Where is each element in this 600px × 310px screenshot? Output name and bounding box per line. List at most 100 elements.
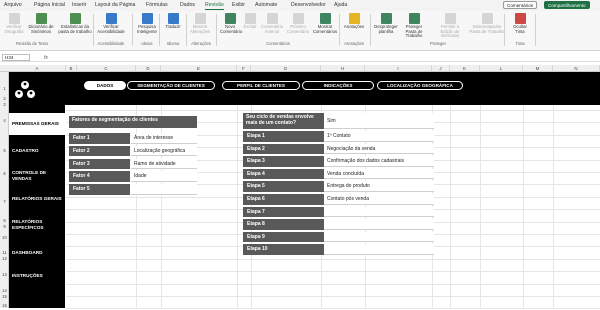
row-header[interactable]: 14 bbox=[0, 288, 9, 293]
column-header[interactable]: D bbox=[136, 65, 161, 72]
sidebar-item-6[interactable]: INSTRUÇÕES bbox=[12, 273, 62, 279]
share-button[interactable]: Compartilhamento bbox=[544, 1, 590, 9]
column-header[interactable]: M bbox=[523, 65, 553, 72]
column-header[interactable]: I bbox=[365, 65, 432, 72]
column-header[interactable]: C bbox=[77, 65, 136, 72]
sidebar-item-2[interactable]: CONTROLE DE VENDAS bbox=[12, 170, 62, 181]
column-header[interactable]: F bbox=[237, 65, 251, 72]
ribbon-button-1[interactable]: Dicionário de Sinônimos bbox=[27, 13, 55, 34]
ribbon-button-13[interactable]: Desproteger planilha bbox=[374, 13, 398, 34]
menu-item-6[interactable]: Revisão bbox=[205, 2, 224, 10]
row-header[interactable]: 3 bbox=[0, 102, 9, 107]
menu-item-3[interactable]: Layout da Página bbox=[95, 2, 135, 8]
menu-item-1[interactable]: Página Inicial bbox=[34, 2, 65, 8]
menu-item-10[interactable]: Ajuda bbox=[334, 2, 347, 8]
row-header[interactable]: 6 bbox=[0, 171, 9, 176]
menu-item-8[interactable]: Automate bbox=[255, 2, 277, 8]
column-header[interactable]: H bbox=[321, 65, 365, 72]
sales-cycle-value[interactable]: Contato pós venda bbox=[324, 194, 434, 205]
ribbon-button-5[interactable]: Traduzir bbox=[163, 13, 183, 30]
ribbon-button-11[interactable]: Mostrar Comentários bbox=[312, 13, 338, 34]
fx-icon[interactable]: fx bbox=[44, 55, 48, 61]
ribbon-button-17[interactable]: Ocultar Tinta bbox=[509, 13, 531, 34]
segmentation-value[interactable]: Localização geográfica bbox=[131, 145, 197, 157]
ribbon-button-0[interactable]: Verificar Ortografia bbox=[3, 13, 25, 34]
row-header[interactable]: 15 bbox=[0, 294, 9, 299]
ribbon-button-15[interactable]: Permitir a Edição de Intervalos bbox=[434, 13, 466, 39]
ribbon-button-16[interactable]: Desencapsular Pasta de Trabalho bbox=[469, 13, 505, 34]
ribbon-button-label: Dicionário de Sinônimos bbox=[28, 24, 54, 34]
show-comments-icon bbox=[319, 13, 331, 24]
row-header[interactable]: 11 bbox=[0, 250, 9, 255]
sidebar-item-4[interactable]: RELATÓRIOS ESPECÍFICOS bbox=[12, 219, 62, 230]
column-header[interactable]: K bbox=[450, 65, 480, 72]
row-header[interactable]: 1 bbox=[0, 86, 9, 91]
ribbon-button-7[interactable]: Novo Comentário bbox=[220, 13, 242, 34]
sales-cycle-value[interactable]: Confirmação dos dados cadastrais bbox=[324, 156, 434, 167]
sales-cycle-value[interactable]: Entrega do produto bbox=[324, 181, 434, 192]
menu-item-0[interactable]: Arquivo bbox=[4, 2, 22, 8]
menu-item-7[interactable]: Exibir bbox=[232, 2, 245, 8]
row-header[interactable]: 10 bbox=[0, 235, 9, 240]
row-header[interactable]: 16 bbox=[0, 303, 9, 308]
segmentation-value[interactable] bbox=[131, 184, 197, 195]
sales-cycle-value[interactable] bbox=[324, 231, 434, 243]
row-header[interactable]: 2 bbox=[0, 96, 9, 101]
grid-line bbox=[237, 105, 238, 308]
ribbon-button-4[interactable]: Pesquisa Inteligente bbox=[135, 13, 159, 34]
column-header[interactable]: N bbox=[553, 65, 600, 72]
ribbon-button-3[interactable]: Verificar Acessibilidade bbox=[96, 13, 126, 34]
sales-cycle-value[interactable]: Venda concluída bbox=[324, 168, 434, 180]
sales-cycle-value[interactable] bbox=[324, 244, 434, 255]
segmentation-label: Fator 4 bbox=[69, 171, 130, 182]
sidebar-item-5[interactable]: DASHBOARD bbox=[12, 250, 62, 256]
row-header[interactable]: 8 bbox=[0, 218, 9, 223]
menu-item-5[interactable]: Dados bbox=[180, 2, 195, 8]
row-header[interactable]: 7 bbox=[0, 199, 9, 204]
sidebar-item-0[interactable]: PREMISSAS GERAIS bbox=[12, 121, 62, 127]
nav-tab-0[interactable]: DADOS bbox=[84, 81, 126, 90]
sales-cycle-answer[interactable]: Sim bbox=[324, 113, 434, 129]
sales-cycle-value[interactable]: 1º Contato bbox=[324, 131, 434, 142]
column-header[interactable]: A bbox=[9, 65, 66, 72]
sidebar-item-1[interactable]: CADASTRO bbox=[12, 148, 62, 154]
name-box[interactable]: H34 bbox=[2, 54, 30, 61]
nav-tab-4[interactable]: LOCALIZAÇÃO GEOGRÁFICA bbox=[377, 81, 463, 90]
row-header[interactable]: 9 bbox=[0, 224, 9, 229]
menu-item-2[interactable]: Inserir bbox=[72, 2, 86, 8]
ribbon-button-9[interactable]: Comentário Anterior bbox=[261, 13, 283, 34]
comments-button[interactable]: Comentários bbox=[503, 1, 538, 9]
sales-cycle-value[interactable] bbox=[324, 219, 434, 230]
sales-cycle-value[interactable]: Negociação da venda bbox=[324, 143, 434, 155]
ribbon-button-14[interactable]: Proteger Pasta de Trabalho bbox=[400, 13, 428, 39]
column-header[interactable]: E bbox=[161, 65, 237, 72]
segmentation-value[interactable]: Ramo de atividade bbox=[131, 158, 197, 170]
menu-item-4[interactable]: Fórmulas bbox=[146, 2, 168, 8]
row-header[interactable]: 12 bbox=[0, 256, 9, 261]
row-header[interactable]: 5 bbox=[0, 148, 9, 153]
nav-tab-3[interactable]: INDICAÇÕES bbox=[302, 81, 374, 90]
column-header[interactable]: G bbox=[251, 65, 321, 72]
nav-tab-2[interactable]: PERFIL DE CLIENTES bbox=[222, 81, 300, 90]
grid-line bbox=[553, 105, 554, 308]
menu-item-9[interactable]: Desenvolvedor bbox=[291, 2, 326, 8]
column-header[interactable]: L bbox=[480, 65, 523, 72]
ribbon-separator bbox=[93, 14, 94, 46]
row-header[interactable]: 13 bbox=[0, 272, 9, 277]
ribbon-button-6[interactable]: Mostrar Alterações bbox=[188, 13, 212, 34]
sales-cycle-header: Seu ciclo de vendas envolve mais de um c… bbox=[243, 113, 324, 129]
segmentation-value[interactable]: Idade bbox=[131, 171, 197, 182]
row-header[interactable]: 4 bbox=[0, 118, 9, 123]
column-header[interactable]: J bbox=[432, 65, 450, 72]
ribbon-button-12[interactable]: Anotações bbox=[343, 13, 365, 30]
nav-tab-1[interactable]: SEGMENTAÇÃO DE CLIENTES bbox=[127, 81, 215, 90]
ribbon-button-label: Ocultar Tinta bbox=[513, 24, 527, 34]
segmentation-value[interactable]: Área de interesse bbox=[131, 133, 197, 144]
ribbon-button-8[interactable]: Excluir bbox=[241, 13, 259, 30]
ribbon-button-2[interactable]: Estatísticas da pasta de trabalho bbox=[58, 13, 92, 34]
column-header[interactable]: B bbox=[66, 65, 77, 72]
sidebar-item-3[interactable]: RELATÓRIOS GERAIS bbox=[12, 196, 62, 202]
ribbon-button-10[interactable]: Próximo Comentário bbox=[286, 13, 310, 34]
sales-cycle-value[interactable] bbox=[324, 206, 434, 218]
segmentation-header: Fatores de segmentação de clientes bbox=[69, 116, 197, 128]
